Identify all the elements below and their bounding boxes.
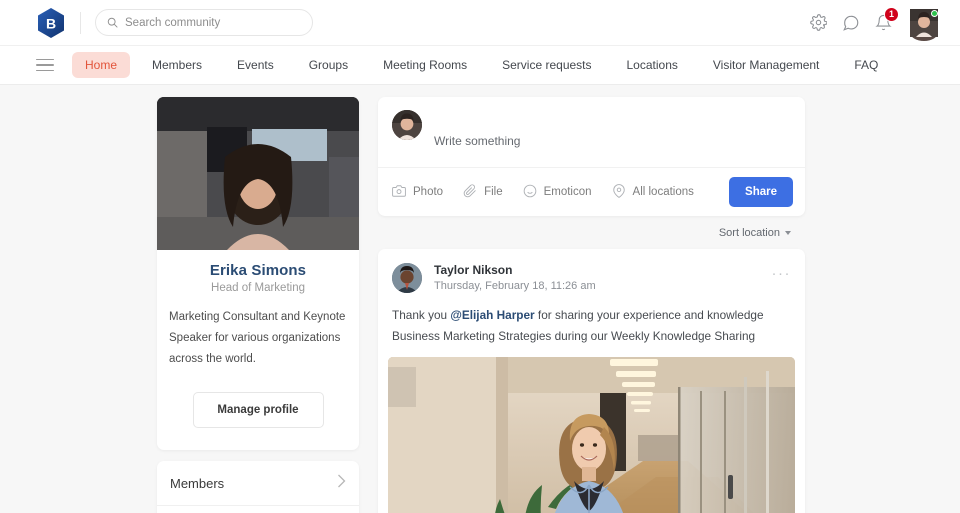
post-timestamp: Thursday, February 18, 11:26 am — [434, 280, 596, 292]
logo-divider — [80, 11, 81, 34]
emoticon-button[interactable]: Emoticon — [523, 184, 592, 201]
hamburger-icon[interactable] — [36, 58, 54, 72]
sort-row: Sort location — [378, 225, 805, 241]
profile-name: Erika Simons — [209, 262, 307, 279]
page-content: Erika Simons Head of Marketing Marketing… — [0, 85, 960, 513]
nav-item-groups[interactable]: Groups — [296, 52, 361, 78]
members-thumbnail-grid — [157, 506, 359, 513]
post-meta: Taylor Nikson Thursday, February 18, 11:… — [434, 263, 596, 292]
sort-location-dropdown[interactable]: Sort location — [719, 227, 791, 239]
feed-post: Taylor Nikson Thursday, February 18, 11:… — [378, 249, 805, 513]
nav-item-faq[interactable]: FAQ — [841, 52, 891, 78]
members-title: Members — [170, 475, 225, 491]
top-bar-actions: 1 — [810, 7, 938, 41]
post-mention[interactable]: @Elijah Harper — [450, 308, 534, 322]
nav-item-service-requests[interactable]: Service requests — [489, 52, 604, 78]
members-card: Members — [157, 460, 359, 513]
main-navigation: Home Members Events Groups Meeting Rooms… — [0, 45, 960, 85]
chat-bubble-icon[interactable] — [842, 14, 860, 32]
all-locations-button[interactable]: All locations — [612, 183, 694, 201]
emoticon-label: Emoticon — [543, 186, 592, 198]
attach-file-button[interactable]: File — [463, 183, 503, 201]
post-header: Taylor Nikson Thursday, February 18, 11:… — [378, 249, 805, 293]
search-box[interactable] — [95, 9, 313, 36]
notification-badge: 1 — [884, 7, 899, 22]
search-input[interactable] — [125, 16, 301, 29]
chevron-right-icon[interactable] — [337, 474, 346, 493]
composer-toolbar: Photo File Emoticon All locations Share — [378, 167, 805, 216]
add-photo-label: Photo — [413, 186, 444, 198]
camera-icon — [392, 184, 406, 201]
composer-input-row — [378, 97, 805, 167]
gear-icon[interactable] — [810, 14, 827, 31]
all-locations-label: All locations — [632, 186, 694, 198]
composer-input[interactable] — [434, 114, 791, 167]
svg-text:B: B — [46, 15, 56, 31]
left-sidebar: Erika Simons Head of Marketing Marketing… — [157, 97, 359, 513]
post-author-name: Taylor Nikson — [434, 263, 513, 277]
post-body: Thank you @Elijah Harper for sharing you… — [378, 293, 805, 357]
attach-file-label: File — [484, 186, 503, 198]
top-bar: B 1 — [0, 0, 960, 45]
nav-item-events[interactable]: Events — [224, 52, 287, 78]
profile-details: Erika Simons Head of Marketing Marketing… — [157, 250, 359, 450]
search-icon — [107, 17, 118, 28]
avatar[interactable] — [910, 8, 938, 41]
profile-role: Head of Marketing — [211, 282, 305, 294]
brand-logo[interactable]: B — [36, 7, 66, 39]
profile-photo — [157, 97, 359, 250]
nav-item-visitor-management[interactable]: Visitor Management — [700, 52, 833, 78]
profile-bio: Marketing Consultant and Keynote Speaker… — [169, 311, 346, 365]
main-feed-column: Photo File — [378, 97, 805, 513]
post-image[interactable] — [388, 357, 795, 513]
sort-location-label: Sort location — [718, 227, 780, 239]
nav-item-locations[interactable]: Locations — [614, 52, 691, 78]
post-text-before: Thank you — [392, 308, 451, 322]
hexagon-logo-icon: B — [36, 7, 66, 39]
post-composer: Photo File — [378, 97, 805, 216]
manage-profile-button[interactable]: Manage profile — [192, 391, 324, 428]
nav-item-home[interactable]: Home — [72, 52, 131, 78]
post-author-avatar[interactable] — [392, 263, 422, 293]
add-photo-button[interactable]: Photo — [392, 184, 443, 201]
members-card-header[interactable]: Members — [157, 461, 359, 506]
nav-item-members[interactable]: Members — [139, 52, 215, 78]
composer-avatar — [392, 110, 422, 140]
online-status-dot — [931, 9, 938, 17]
ellipsis-icon[interactable]: ··· — [772, 263, 792, 281]
avatar-image — [910, 8, 938, 41]
caret-down-icon — [785, 231, 791, 235]
bell-icon[interactable]: 1 — [875, 7, 899, 31]
profile-card: Erika Simons Head of Marketing Marketing… — [157, 97, 359, 450]
smiley-icon — [523, 184, 537, 201]
location-pin-icon — [612, 183, 626, 201]
paperclip-icon — [463, 183, 477, 201]
share-button[interactable]: Share — [729, 177, 793, 207]
nav-item-meeting-rooms[interactable]: Meeting Rooms — [370, 52, 480, 78]
